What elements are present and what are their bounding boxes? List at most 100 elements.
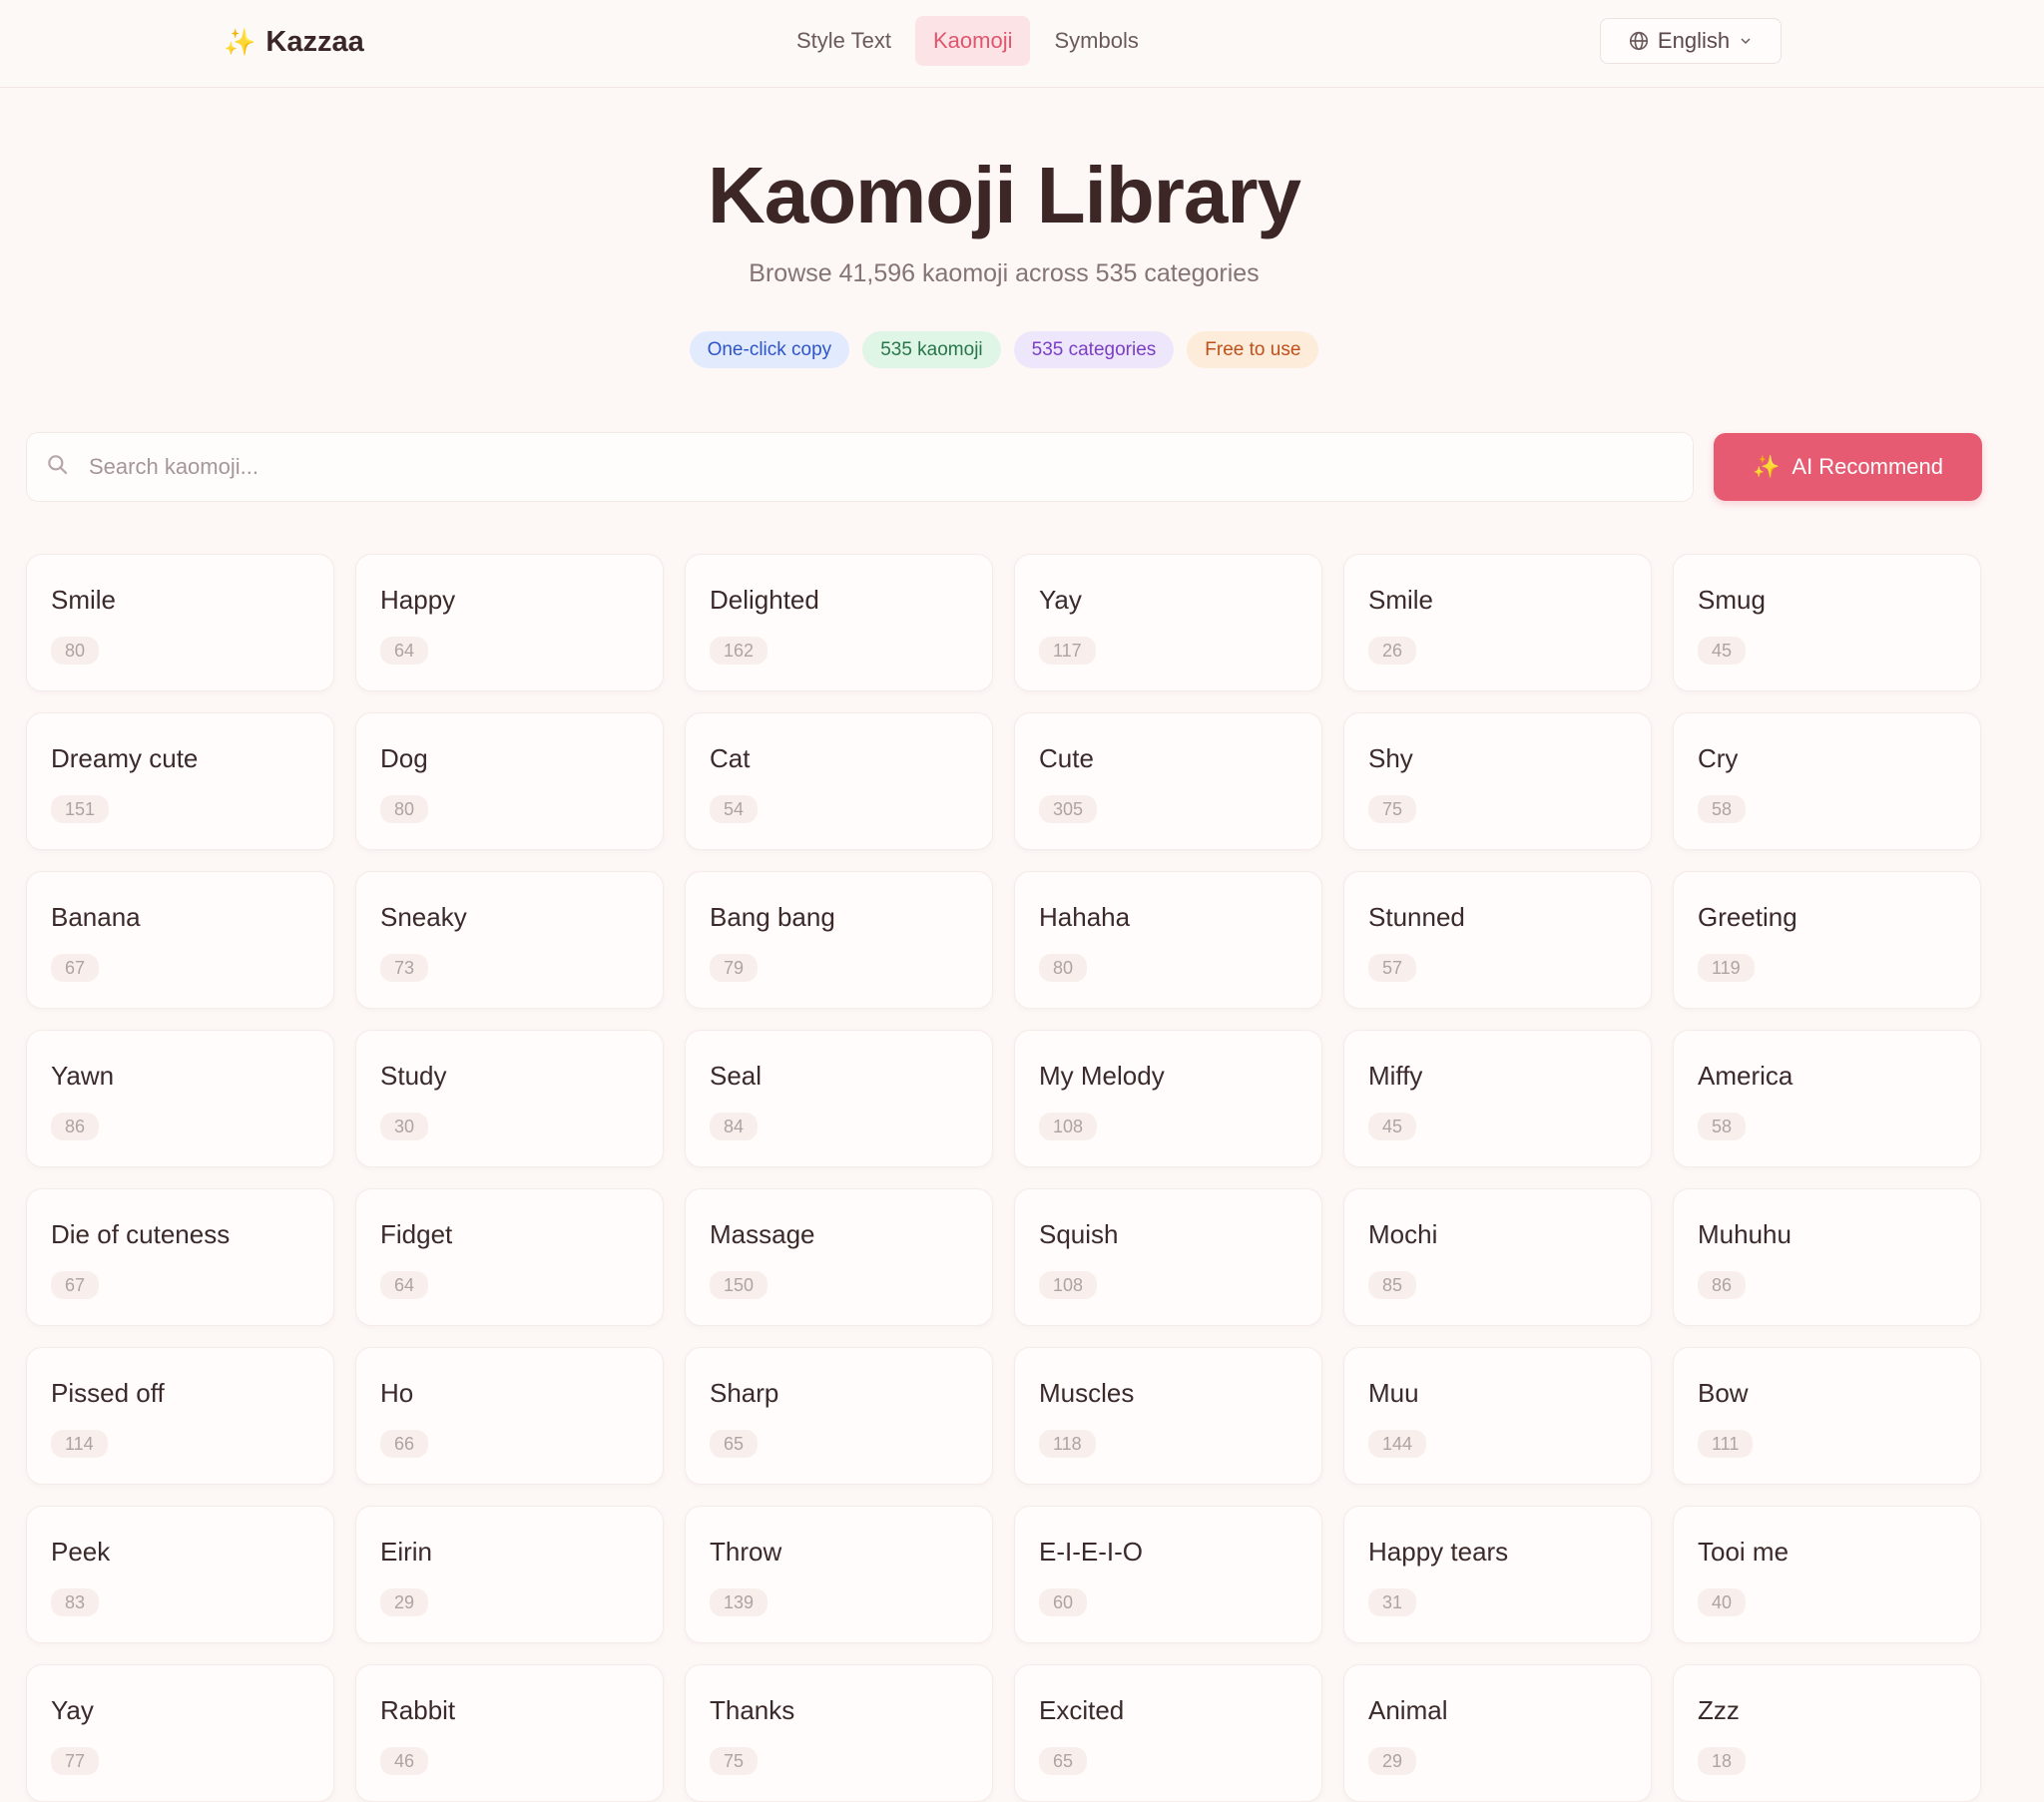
category-card[interactable]: My Melody 108 xyxy=(1014,1030,1322,1167)
category-name: Muu xyxy=(1368,1378,1419,1408)
category-name: Bow xyxy=(1698,1378,1749,1408)
category-card[interactable]: Yawn 86 xyxy=(26,1030,334,1167)
category-name: Peek xyxy=(51,1537,111,1567)
category-card[interactable]: Sneaky 73 xyxy=(355,871,664,1009)
category-card[interactable]: Mochi 85 xyxy=(1343,1188,1652,1326)
category-name: Yawn xyxy=(51,1061,115,1091)
category-count-badge: 80 xyxy=(1039,954,1088,982)
category-name: Sharp xyxy=(710,1378,779,1408)
category-card[interactable]: Squish 108 xyxy=(1014,1188,1322,1326)
language-selector[interactable]: English xyxy=(1600,18,1782,64)
category-count-badge: 60 xyxy=(1039,1588,1088,1616)
category-card[interactable]: Massage 150 xyxy=(685,1188,993,1326)
category-card[interactable]: Yay 117 xyxy=(1014,554,1322,691)
category-card[interactable]: Muscles 118 xyxy=(1014,1347,1322,1485)
category-card[interactable]: Throw 139 xyxy=(685,1506,993,1643)
category-count-badge: 73 xyxy=(380,954,429,982)
category-card[interactable]: Smile 26 xyxy=(1343,554,1652,691)
category-name: Stunned xyxy=(1368,902,1465,932)
category-count-badge: 64 xyxy=(380,1271,429,1299)
category-count-badge: 119 xyxy=(1698,954,1755,982)
category-count-badge: 58 xyxy=(1698,1113,1747,1140)
category-card[interactable]: Happy 64 xyxy=(355,554,664,691)
category-card[interactable]: Ho 66 xyxy=(355,1347,664,1485)
category-card[interactable]: Smug 45 xyxy=(1673,554,1981,691)
category-card[interactable]: Hahaha 80 xyxy=(1014,871,1322,1009)
category-name: Smile xyxy=(1368,585,1434,615)
category-count-badge: 86 xyxy=(1698,1271,1747,1299)
category-count-badge: 40 xyxy=(1698,1588,1747,1616)
category-name: Smug xyxy=(1698,585,1766,615)
category-card[interactable]: Smile 80 xyxy=(26,554,334,691)
category-name: Delighted xyxy=(710,585,819,615)
nav-style-text[interactable]: Style Text xyxy=(778,16,909,66)
category-card[interactable]: Cute 305 xyxy=(1014,712,1322,850)
category-card[interactable]: Banana 67 xyxy=(26,871,334,1009)
category-name: Dreamy cute xyxy=(51,743,199,773)
brand-logo[interactable]: ✨ Kazzaa xyxy=(224,20,364,64)
category-card[interactable]: Yay 77 xyxy=(26,1664,334,1802)
category-card[interactable]: Bow 111 xyxy=(1673,1347,1981,1485)
category-card[interactable]: Cry 58 xyxy=(1673,712,1981,850)
category-card[interactable]: Zzz 18 xyxy=(1673,1664,1981,1802)
category-count-badge: 117 xyxy=(1039,637,1096,665)
category-name: Muhuhu xyxy=(1698,1219,1791,1249)
category-card[interactable]: Muu 144 xyxy=(1343,1347,1652,1485)
category-card[interactable]: Greeting 119 xyxy=(1673,871,1981,1009)
category-name: Happy tears xyxy=(1368,1537,1509,1567)
nav-symbols[interactable]: Symbols xyxy=(1036,16,1156,66)
category-card[interactable]: Seal 84 xyxy=(685,1030,993,1167)
category-name: Tooi me xyxy=(1698,1537,1789,1567)
category-card[interactable]: Bang bang 79 xyxy=(685,871,993,1009)
category-card[interactable]: Sharp 65 xyxy=(685,1347,993,1485)
category-card[interactable]: Dog 80 xyxy=(355,712,664,850)
ai-recommend-button[interactable]: ✨ AI Recommend xyxy=(1714,433,1982,501)
category-card[interactable]: Muhuhu 86 xyxy=(1673,1188,1981,1326)
category-card[interactable]: Stunned 57 xyxy=(1343,871,1652,1009)
category-count-badge: 83 xyxy=(51,1588,100,1616)
category-card[interactable]: Miffy 45 xyxy=(1343,1030,1652,1167)
category-count-badge: 139 xyxy=(710,1588,768,1616)
category-name: My Melody xyxy=(1039,1061,1165,1091)
feature-badges: One-click copy 535 kaomoji 535 categorie… xyxy=(0,331,2008,368)
category-count-badge: 75 xyxy=(710,1747,759,1775)
category-count-badge: 79 xyxy=(710,954,759,982)
category-name: Animal xyxy=(1368,1695,1448,1725)
category-count-badge: 111 xyxy=(1698,1430,1754,1458)
category-name: Squish xyxy=(1039,1219,1119,1249)
category-card[interactable]: Study 30 xyxy=(355,1030,664,1167)
badge-categories-count: 535 categories xyxy=(1013,331,1175,368)
category-card[interactable]: Dreamy cute 151 xyxy=(26,712,334,850)
category-name: Happy xyxy=(380,585,456,615)
category-count-badge: 150 xyxy=(710,1271,768,1299)
category-count-badge: 65 xyxy=(710,1430,759,1458)
category-card[interactable]: Delighted 162 xyxy=(685,554,993,691)
category-count-badge: 29 xyxy=(1368,1747,1417,1775)
category-card[interactable]: Happy tears 31 xyxy=(1343,1506,1652,1643)
category-name: Sneaky xyxy=(380,902,467,932)
category-name: Cry xyxy=(1698,743,1739,773)
category-card[interactable]: Cat 54 xyxy=(685,712,993,850)
category-card[interactable]: Shy 75 xyxy=(1343,712,1652,850)
top-header: ✨ Kazzaa Style Text Kaomoji Symbols Engl… xyxy=(0,0,2044,88)
category-card[interactable]: Fidget 64 xyxy=(355,1188,664,1326)
category-card[interactable]: Thanks 75 xyxy=(685,1664,993,1802)
category-card[interactable]: Excited 65 xyxy=(1014,1664,1322,1802)
badge-free-to-use: Free to use xyxy=(1187,331,1319,368)
category-count-badge: 30 xyxy=(380,1113,429,1140)
category-card[interactable]: Pissed off 114 xyxy=(26,1347,334,1485)
category-card[interactable]: Die of cuteness 67 xyxy=(26,1188,334,1326)
category-card[interactable]: Eirin 29 xyxy=(355,1506,664,1643)
category-card[interactable]: E-I-E-I-O 60 xyxy=(1014,1506,1322,1643)
search-input[interactable] xyxy=(87,453,1693,481)
category-count-badge: 66 xyxy=(380,1430,429,1458)
category-card[interactable]: Rabbit 46 xyxy=(355,1664,664,1802)
category-name: Mochi xyxy=(1368,1219,1438,1249)
category-name: Shy xyxy=(1368,743,1413,773)
category-card[interactable]: Tooi me 40 xyxy=(1673,1506,1981,1643)
category-card[interactable]: America 58 xyxy=(1673,1030,1981,1167)
category-card[interactable]: Animal 29 xyxy=(1343,1664,1652,1802)
category-card[interactable]: Peek 83 xyxy=(26,1506,334,1643)
nav-kaomoji[interactable]: Kaomoji xyxy=(914,16,1031,66)
globe-icon xyxy=(1628,30,1650,52)
